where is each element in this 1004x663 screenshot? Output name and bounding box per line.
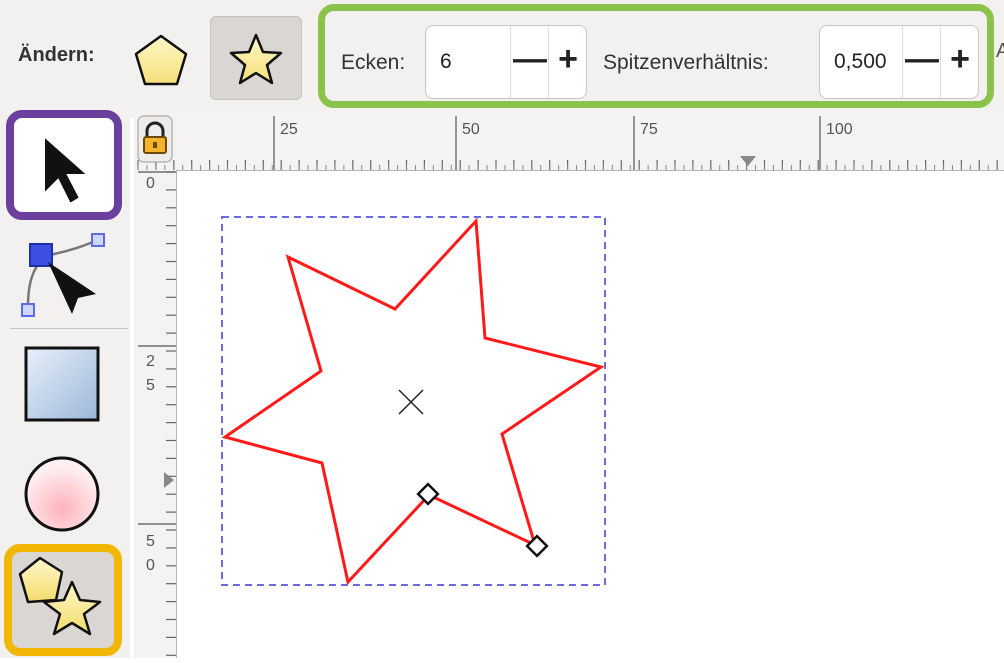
toolbox-separator	[10, 328, 128, 329]
canvas-drawing	[221, 216, 606, 586]
corners-label: Ecken:	[341, 51, 406, 74]
drawing-canvas[interactable]	[177, 171, 1004, 658]
star-parameters-group: Ecken: 6 — + Spitzenverhältnis: 0,500 — …	[318, 4, 994, 108]
vertical-ruler-ticks: 0 2 5 5 0	[138, 171, 176, 656]
lock-icon	[137, 115, 173, 163]
ruler-label: 5	[146, 377, 155, 394]
rectangle-tool-button[interactable]	[14, 340, 114, 430]
ruler-label: 100	[826, 121, 853, 138]
ratio-spinbox[interactable]: 0,500 — +	[819, 25, 979, 99]
corners-decrement-button[interactable]: —	[510, 26, 549, 98]
horizontal-ruler-ticks: 25 50 75 100	[137, 116, 998, 170]
plus-icon: +	[558, 40, 578, 78]
star-shape[interactable]	[221, 217, 605, 586]
ruler-label: 50	[462, 121, 480, 138]
ellipse-tool-button[interactable]	[14, 446, 114, 536]
tool-controls-bar: Ändern: Ecken: 6 — + Spitzenverhältnis: …	[0, 0, 1004, 118]
change-label: Ändern:	[18, 44, 95, 66]
star-polygon-icon	[18, 556, 102, 636]
plus-icon: +	[950, 40, 970, 78]
polygon-icon	[134, 34, 188, 86]
ratio-label: Spitzenverhältnis:	[603, 51, 769, 74]
ruler-label: 0	[146, 557, 155, 574]
ruler-label: 2	[146, 353, 155, 370]
truncated-label: A	[996, 40, 1004, 62]
ruler-position-marker	[740, 156, 756, 166]
ruler-position-marker	[164, 472, 174, 488]
minus-icon: —	[905, 40, 939, 78]
circle-icon	[24, 456, 100, 532]
toolbox	[0, 108, 130, 658]
ratio-value[interactable]: 0,500	[834, 50, 887, 74]
minus-icon: —	[513, 40, 547, 78]
ruler-label: 25	[280, 121, 298, 138]
star-mode-button[interactable]	[210, 16, 302, 100]
star-polygon-tool-button[interactable]	[4, 544, 122, 656]
horizontal-ruler: 25 50 75 100	[134, 108, 1004, 171]
ruler-label: 0	[146, 175, 155, 192]
corners-value[interactable]: 6	[440, 50, 452, 74]
vertical-ruler: 0 2 5 5 0	[134, 170, 177, 658]
rectangle-icon	[24, 346, 100, 422]
polygon-mode-button[interactable]	[118, 16, 208, 98]
selector-tool-button[interactable]	[6, 110, 122, 220]
arrow-pointer-icon	[43, 133, 91, 206]
corners-spinbox[interactable]: 6 — +	[425, 25, 587, 99]
ratio-decrement-button[interactable]: —	[902, 26, 941, 98]
corners-increment-button[interactable]: +	[548, 26, 587, 98]
ratio-increment-button[interactable]: +	[940, 26, 979, 98]
ruler-label: 75	[640, 121, 658, 138]
ruler-label: 5	[146, 533, 155, 550]
node-edit-icon	[21, 233, 105, 317]
guide-lock-button[interactable]	[134, 112, 176, 166]
star-icon	[229, 33, 283, 85]
node-tool-button[interactable]	[14, 228, 114, 318]
